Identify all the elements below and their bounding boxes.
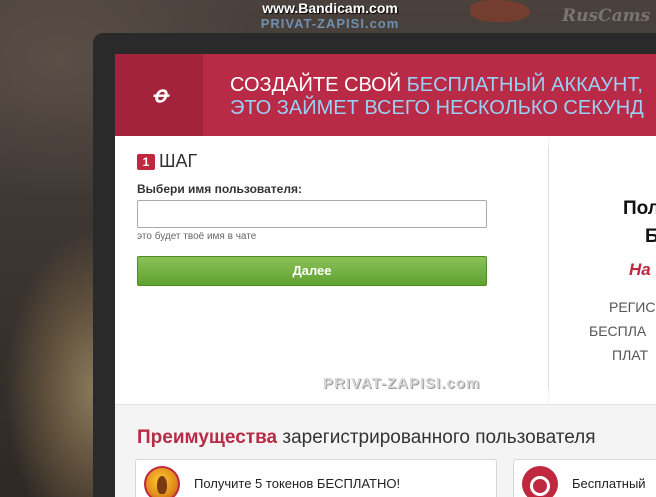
username-label: Выбери имя пользователя: [137,182,302,196]
username-input[interactable] [137,200,487,228]
headline-line2: ЭТО ЗАЙМЕТ ВСЕГО НЕСКОЛЬКО СЕКУНД [230,97,644,119]
center-watermark: PRIVAT-ZAPISI.com [323,375,481,392]
promo-column: Пол Б На РЕГИС БЕСПЛА ПЛАТ [549,136,656,404]
benefit-card-free: Бесплатный [513,459,656,497]
key-icon [522,466,558,497]
promo-line-a: РЕГИС [609,299,656,315]
recorder-watermark-top: www.Bandicam.com [262,0,398,16]
token-icon [144,466,180,497]
logo-box: ꝋ [115,54,203,136]
signup-header: ꝋ СОЗДАЙТЕ СВОЙ БЕСПЛАТНЫЙ АККАУНТ, ЭТО … [115,54,656,136]
brand-watermark: RusCams [562,6,651,26]
promo-title-line1: Пол [623,198,656,219]
step-heading: 1 ШАГ [137,151,197,172]
username-hint: это будет твоё имя в чате [137,231,257,242]
promo-red-text: На [629,260,651,279]
step-number-badge: 1 [137,153,155,170]
benefits-title: Преимущества зарегистрированного пользов… [137,427,596,449]
header-headline: СОЗДАЙТЕ СВОЙ БЕСПЛАТНЫЙ АККАУНТ, ЭТО ЗА… [230,74,644,120]
site-logo-icon: ꝋ [152,82,167,107]
recorder-watermark-bottom: PRIVAT-ZAPISI.com [260,16,400,31]
benefit-text: Получите 5 токенов БЕСПЛАТНО! [194,476,401,491]
step-label: ШАГ [159,151,198,171]
benefits-title-rest: зарегистрированного пользователя [277,427,596,448]
recorder-watermark: www.Bandicam.com PRIVAT-ZAPISI.com [250,0,410,31]
headline-highlight: БЕСПЛАТНЫЙ АККАУНТ, [406,74,643,96]
benefit-card-tokens: Получите 5 токенов БЕСПЛАТНО! [135,459,497,497]
benefit-text: Бесплатный [572,476,646,491]
benefits-section: Преимущества зарегистрированного пользов… [115,404,656,497]
signup-panel: ꝋ СОЗДАЙТЕ СВОЙ БЕСПЛАТНЫЙ АККАУНТ, ЭТО … [115,54,656,497]
next-button[interactable]: Далее [137,256,487,286]
promo-line-b: БЕСПЛА [589,323,647,339]
promo-title-line2: Б [645,226,656,247]
benefits-title-strong: Преимущества [137,427,278,448]
promo-line-c: ПЛАТ [612,347,649,363]
background-decoration [470,0,530,22]
headline-white: СОЗДАЙТЕ СВОЙ [230,74,407,96]
